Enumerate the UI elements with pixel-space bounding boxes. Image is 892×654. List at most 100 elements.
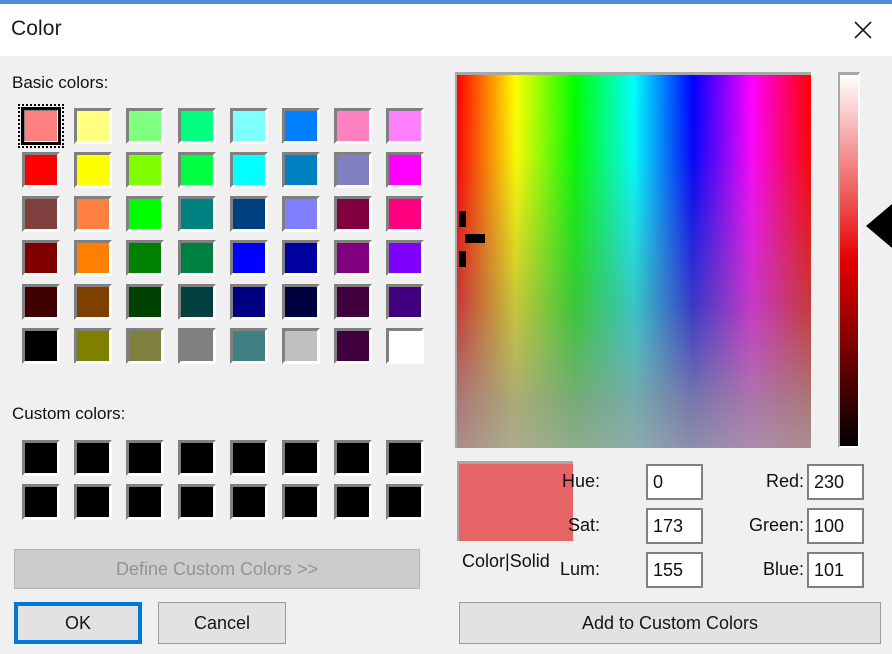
hue-input[interactable]: 0 (646, 464, 703, 500)
basic-color-swatch-9[interactable] (70, 148, 114, 192)
basic-color-swatch-7[interactable] (382, 104, 426, 148)
custom-color-swatch-14[interactable] (330, 480, 374, 524)
red-input[interactable]: 230 (807, 464, 864, 500)
luminance-gradient (840, 75, 858, 446)
basic-color-swatch-41[interactable] (70, 324, 114, 368)
custom-color-swatch-9[interactable] (70, 480, 114, 524)
luminance-slider[interactable] (838, 72, 860, 448)
basic-color-swatch-37[interactable] (278, 280, 322, 324)
basic-color-swatch-10[interactable] (122, 148, 166, 192)
custom-color-swatch-15[interactable] (382, 480, 426, 524)
custom-colors-label: Custom colors: (12, 404, 126, 423)
define-custom-colors-button[interactable]: Define Custom Colors >> (14, 549, 420, 589)
basic-color-swatch-36[interactable] (226, 280, 270, 324)
basic-color-swatch-2[interactable] (122, 104, 166, 148)
basic-color-swatch-fill-47 (386, 328, 424, 364)
custom-color-swatch-11[interactable] (174, 480, 218, 524)
basic-color-swatch-1[interactable] (70, 104, 114, 148)
basic-color-swatch-31[interactable] (382, 236, 426, 280)
basic-color-swatch-28[interactable] (226, 236, 270, 280)
hue-saturation-picker[interactable] (455, 72, 811, 448)
custom-color-swatch-5[interactable] (278, 436, 322, 480)
basic-color-swatch-fill-41 (74, 328, 112, 364)
basic-color-swatch-19[interactable] (174, 192, 218, 236)
custom-color-swatch-8[interactable] (18, 480, 62, 524)
cancel-button[interactable]: Cancel (158, 602, 286, 644)
custom-color-swatch-0[interactable] (18, 436, 62, 480)
basic-color-swatch-32[interactable] (18, 280, 62, 324)
basic-color-swatch-33[interactable] (70, 280, 114, 324)
basic-color-swatch-fill-6 (334, 108, 372, 144)
custom-color-swatch-13[interactable] (278, 480, 322, 524)
custom-color-swatch-10[interactable] (122, 480, 166, 524)
basic-color-swatch-13[interactable] (278, 148, 322, 192)
basic-color-swatch-11[interactable] (174, 148, 218, 192)
basic-color-swatch-fill-39 (386, 284, 424, 320)
basic-color-swatch-fill-2 (126, 108, 164, 144)
basic-color-swatch-15[interactable] (382, 148, 426, 192)
basic-color-swatch-25[interactable] (70, 236, 114, 280)
basic-color-swatch-22[interactable] (330, 192, 374, 236)
basic-colors-grid[interactable] (18, 104, 426, 368)
basic-color-swatch-16[interactable] (18, 192, 62, 236)
custom-color-swatch-2[interactable] (122, 436, 166, 480)
basic-color-swatch-8[interactable] (18, 148, 62, 192)
basic-color-swatch-14[interactable] (330, 148, 374, 192)
basic-color-swatch-5[interactable] (278, 104, 322, 148)
basic-color-swatch-23[interactable] (382, 192, 426, 236)
basic-color-swatch-45[interactable] (278, 324, 322, 368)
basic-color-swatch-17[interactable] (70, 192, 114, 236)
custom-color-swatch-6[interactable] (330, 436, 374, 480)
basic-color-swatch-20[interactable] (226, 192, 270, 236)
basic-color-swatch-3[interactable] (174, 104, 218, 148)
custom-color-swatch-12[interactable] (226, 480, 270, 524)
title-bar: Color (0, 4, 892, 56)
luminance-slider-arrow[interactable] (866, 204, 892, 249)
basic-color-swatch-30[interactable] (330, 236, 374, 280)
basic-color-swatch-27[interactable] (174, 236, 218, 280)
basic-color-swatch-39[interactable] (382, 280, 426, 324)
sat-label: Sat: (567, 515, 600, 535)
basic-color-swatch-fill-43 (178, 328, 216, 364)
basic-color-swatch-42[interactable] (122, 324, 166, 368)
basic-color-swatch-fill-9 (74, 152, 112, 188)
basic-color-swatch-24[interactable] (18, 236, 62, 280)
green-input[interactable]: 100 (807, 508, 864, 544)
basic-color-swatch-fill-19 (178, 196, 216, 232)
basic-color-swatch-fill-1 (74, 108, 112, 144)
basic-color-swatch-4[interactable] (226, 104, 270, 148)
ok-button[interactable]: OK (14, 602, 142, 644)
sat-input[interactable]: 173 (646, 508, 703, 544)
custom-color-swatch-fill-2 (126, 440, 164, 476)
custom-colors-grid[interactable] (18, 436, 426, 524)
custom-color-swatch-4[interactable] (226, 436, 270, 480)
basic-color-swatch-40[interactable] (18, 324, 62, 368)
basic-color-swatch-fill-11 (178, 152, 216, 188)
basic-color-swatch-34[interactable] (122, 280, 166, 324)
blue-input[interactable]: 101 (807, 552, 864, 588)
basic-color-swatch-21[interactable] (278, 192, 322, 236)
basic-colors-label: Basic colors: (12, 73, 109, 92)
custom-color-swatch-7[interactable] (382, 436, 426, 480)
window-title: Color (11, 17, 62, 40)
basic-color-swatch-18[interactable] (122, 192, 166, 236)
custom-color-swatch-3[interactable] (174, 436, 218, 480)
basic-color-swatch-29[interactable] (278, 236, 322, 280)
basic-color-swatch-38[interactable] (330, 280, 374, 324)
basic-color-swatch-12[interactable] (226, 148, 270, 192)
basic-color-swatch-43[interactable] (174, 324, 218, 368)
basic-color-swatch-fill-35 (178, 284, 216, 320)
basic-color-swatch-46[interactable] (330, 324, 374, 368)
basic-color-swatch-47[interactable] (382, 324, 426, 368)
basic-color-swatch-35[interactable] (174, 280, 218, 324)
basic-color-swatch-44[interactable] (226, 324, 270, 368)
close-button[interactable] (834, 4, 892, 56)
custom-color-swatch-1[interactable] (70, 436, 114, 480)
basic-color-swatch-0[interactable] (18, 104, 64, 148)
add-to-custom-colors-button[interactable]: Add to Custom Colors (459, 602, 881, 644)
basic-color-swatch-fill-34 (126, 284, 164, 320)
lum-input[interactable]: 155 (646, 552, 703, 588)
custom-color-swatch-fill-10 (126, 484, 164, 520)
basic-color-swatch-26[interactable] (122, 236, 166, 280)
basic-color-swatch-6[interactable] (330, 104, 374, 148)
